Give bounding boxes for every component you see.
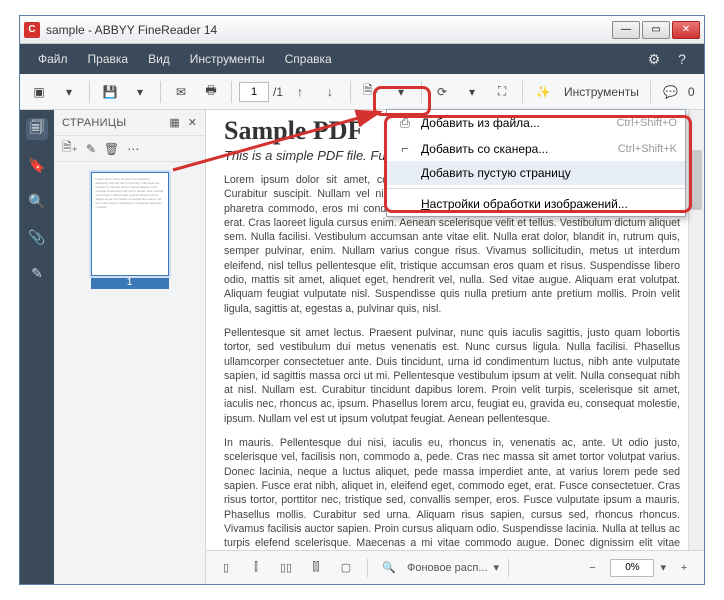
sidebar-tools: 🗎₊ ✎ 🗑 ⋯	[54, 136, 205, 162]
page-up-button[interactable]: ↑	[287, 79, 313, 105]
zoom-input[interactable]	[610, 559, 654, 577]
add-page-button[interactable]: 🗎₊	[358, 79, 384, 105]
mail-button[interactable]: ✉	[168, 79, 194, 105]
zoom-dropdown-icon[interactable]: ▾	[660, 561, 666, 574]
page-down-button[interactable]: ↓	[317, 79, 343, 105]
menu-view[interactable]: Вид	[138, 46, 180, 72]
comments-count: 0	[688, 85, 695, 99]
sidebar-edit-icon[interactable]: ✎	[86, 142, 96, 156]
zoom-in-button[interactable]: +	[672, 557, 696, 579]
dd-shortcut: Ctrl+Shift+K	[618, 143, 677, 155]
app-icon: C	[24, 22, 40, 38]
pages-tab-icon[interactable]: 🗐	[26, 118, 48, 140]
zoom-glass-icon[interactable]: 🔍	[377, 557, 401, 579]
print-button[interactable]: 🖶	[198, 79, 224, 105]
scrollbar-thumb[interactable]	[691, 150, 702, 210]
dd-add-blank-page[interactable]: Добавить пустую страницу	[387, 161, 685, 185]
dd-separator	[387, 188, 685, 189]
toolbar: ▣ ▾ 💾 ▾ ✉ 🖶 /1 ↑ ↓ 🗎₊ ▾ ⟳ ▾ ⛶ ✨ Инструме…	[20, 74, 704, 110]
left-strip: 🗐 🔖 🔍 📎 ✎	[20, 110, 54, 584]
bottombar: ▯ ⫿ ▯▯ ⫿⫿ ▢ 🔍 Фоновое расп... ▾ − ▾ +	[206, 550, 704, 584]
sidebar: СТРАНИЦЫ ▦ ✕ 🗎₊ ✎ 🗑 ⋯ Lorem ipsum dolor …	[54, 110, 206, 584]
fit-icon[interactable]: ▢	[334, 557, 358, 579]
sidebar-more-icon[interactable]: ⋯	[127, 142, 139, 156]
new-button[interactable]: ▣	[26, 79, 52, 105]
rotate-dropdown[interactable]: ▾	[459, 79, 485, 105]
crop-button[interactable]: ⛶	[489, 79, 515, 105]
fit-two-page-icon[interactable]: ▯▯	[274, 557, 298, 579]
fit-two-continuous-icon[interactable]: ⫿⫿	[304, 557, 328, 579]
window-buttons: — ▭ ✕	[612, 21, 700, 39]
thumbnail-number: 1	[91, 276, 169, 289]
save-button[interactable]: 💾	[97, 79, 123, 105]
comments-button[interactable]: 💬	[658, 79, 684, 105]
page-total: /1	[273, 85, 283, 99]
fit-continuous-icon[interactable]: ⫿	[244, 557, 268, 579]
save-dropdown[interactable]: ▾	[127, 79, 153, 105]
doc-para: Pellentesque sit amet lectus. Praesent p…	[224, 326, 680, 426]
file-plus-icon: ⎙	[395, 115, 415, 131]
app-window: C sample - ABBYY FineReader 14 — ▭ ✕ Фай…	[19, 15, 705, 585]
sidebar-grid-icon[interactable]: ▦	[169, 116, 179, 129]
menu-edit[interactable]: Правка	[78, 46, 139, 72]
add-page-dropdown-menu: ⎙ Добавить из файла... Ctrl+Shift+O ⌐ До…	[386, 109, 686, 217]
dd-shortcut: Ctrl+Shift+O	[616, 117, 677, 129]
wand-icon[interactable]: ✨	[530, 79, 556, 105]
scanner-icon: ⌐	[395, 141, 415, 156]
vertical-scrollbar[interactable]	[688, 110, 704, 550]
search-tab-icon[interactable]: 🔍	[26, 190, 48, 212]
tools-label[interactable]: Инструменты	[560, 85, 643, 99]
signature-tab-icon[interactable]: ✎	[26, 262, 48, 284]
dd-add-from-file[interactable]: ⎙ Добавить из файла... Ctrl+Shift+O	[387, 110, 685, 136]
doc-para: In mauris. Pellentesque dui nisi, iaculi…	[224, 436, 680, 550]
sidebar-delete-icon[interactable]: 🗑	[104, 142, 119, 156]
sidebar-add-icon[interactable]: 🗎₊	[62, 138, 78, 159]
window-title: sample - ABBYY FineReader 14	[46, 23, 612, 37]
maximize-button[interactable]: ▭	[642, 21, 670, 39]
dd-add-from-scanner[interactable]: ⌐ Добавить со сканера... Ctrl+Shift+K	[387, 136, 685, 161]
background-label[interactable]: Фоновое расп...	[407, 562, 488, 574]
page-thumbnail[interactable]: Lorem ipsum dolor sit amet consectetuer …	[91, 172, 169, 276]
sidebar-header: СТРАНИЦЫ ▦ ✕	[54, 110, 205, 136]
thumbnail-area: Lorem ipsum dolor sit amet consectetuer …	[54, 162, 205, 299]
open-dropdown[interactable]: ▾	[56, 79, 82, 105]
help-icon[interactable]: ?	[668, 51, 696, 67]
sidebar-title: СТРАНИЦЫ	[62, 117, 169, 129]
close-button[interactable]: ✕	[672, 21, 700, 39]
settings-icon[interactable]: ⚙	[640, 51, 668, 68]
bookmarks-tab-icon[interactable]: 🔖	[26, 154, 48, 176]
attachments-tab-icon[interactable]: 📎	[26, 226, 48, 248]
rotate-button[interactable]: ⟳	[429, 79, 455, 105]
add-page-dropdown[interactable]: ▾	[388, 79, 414, 105]
minimize-button[interactable]: —	[612, 21, 640, 39]
fit-single-icon[interactable]: ▯	[214, 557, 238, 579]
bg-dropdown-icon[interactable]: ▾	[494, 561, 500, 574]
menu-file[interactable]: Файл	[28, 46, 78, 72]
zoom-out-button[interactable]: −	[580, 557, 604, 579]
page-input[interactable]	[239, 82, 269, 102]
menu-tools[interactable]: Инструменты	[180, 46, 275, 72]
menubar: Файл Правка Вид Инструменты Справка ⚙ ?	[20, 44, 704, 74]
dd-image-settings[interactable]: Настройки обработки изображений...	[387, 192, 685, 216]
titlebar: C sample - ABBYY FineReader 14 — ▭ ✕	[20, 16, 704, 44]
menu-help[interactable]: Справка	[275, 46, 342, 72]
sidebar-close-icon[interactable]: ✕	[188, 116, 197, 129]
